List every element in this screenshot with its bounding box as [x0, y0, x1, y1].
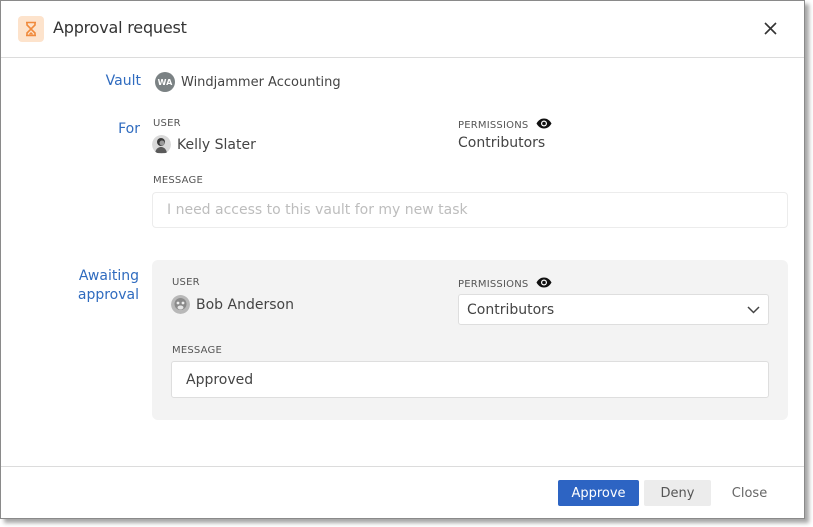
vault-name: Windjammer Accounting: [181, 74, 341, 90]
awaiting-message-input[interactable]: [171, 361, 769, 398]
eye-icon[interactable]: [536, 118, 552, 132]
for-message-caption: MESSAGE: [153, 175, 203, 186]
for-user: Kelly Slater: [152, 135, 256, 154]
vault-avatar: WA: [155, 72, 175, 92]
for-permissions-caption-text: PERMISSIONS: [458, 119, 529, 131]
for-user-name: Kelly Slater: [177, 136, 256, 153]
vault-label: Vault: [105, 73, 141, 89]
awaiting-user: Bob Anderson: [171, 295, 294, 314]
chevron-down-icon: [747, 302, 760, 318]
for-permissions-value: Contributors: [458, 135, 546, 151]
hourglass-icon: [18, 16, 44, 42]
for-user-caption: USER: [153, 118, 181, 129]
awaiting-approval-label: Awaiting approval: [39, 267, 139, 305]
for-label: For: [118, 121, 140, 137]
bob-anderson-avatar: [171, 295, 190, 314]
awaiting-permissions-caption-text: PERMISSIONS: [458, 278, 529, 290]
awaiting-message-caption: MESSAGE: [172, 345, 222, 356]
awaiting-label-line1: Awaiting: [78, 268, 139, 284]
dialog-header: Approval request: [1, 1, 804, 58]
approval-request-dialog: Approval request Vault WA Windjammer Acc…: [0, 0, 805, 519]
eye-icon[interactable]: [536, 277, 552, 291]
close-icon[interactable]: [760, 18, 780, 38]
awaiting-permissions-caption: PERMISSIONS: [458, 277, 552, 291]
close-button[interactable]: Close: [721, 480, 778, 506]
approve-button[interactable]: Approve: [558, 480, 639, 506]
kelly-slater-avatar: [152, 135, 171, 154]
deny-button[interactable]: Deny: [644, 480, 711, 506]
dialog-title: Approval request: [53, 18, 187, 37]
vault-value: WA Windjammer Accounting: [155, 72, 341, 92]
for-message-field: I need access to this vault for my new t…: [152, 192, 788, 228]
permissions-select[interactable]: Contributors: [458, 294, 769, 325]
for-permissions-caption: PERMISSIONS: [458, 118, 552, 132]
permissions-select-value: Contributors: [467, 301, 555, 318]
awaiting-user-name: Bob Anderson: [196, 296, 294, 313]
awaiting-label-line2: approval: [77, 287, 139, 303]
awaiting-user-caption: USER: [172, 277, 200, 288]
